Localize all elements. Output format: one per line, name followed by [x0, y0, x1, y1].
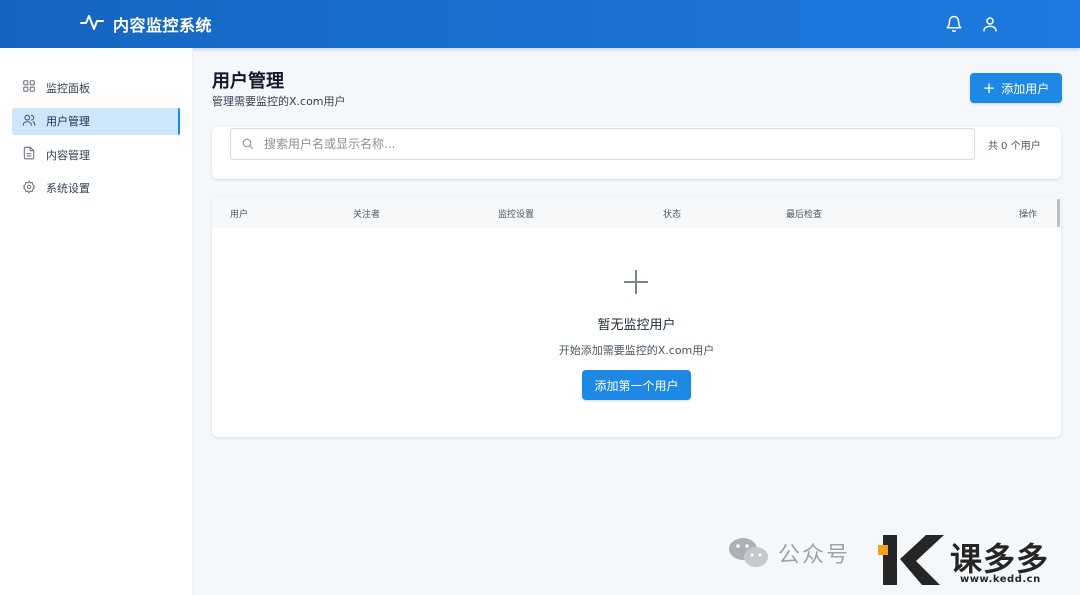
- empty-state-title: 暂无监控用户: [597, 318, 676, 333]
- search-icon: [241, 135, 254, 154]
- wechat-icon: [728, 536, 770, 574]
- activity-pulse-icon: [80, 12, 104, 36]
- brand-logo-icon: [878, 531, 948, 593]
- scrollbar-thumb[interactable]: [1057, 199, 1060, 227]
- user-count: 共 0 个用户: [988, 141, 1041, 152]
- search-box[interactable]: [230, 128, 975, 160]
- sidebar-item-label: 用户管理: [46, 115, 90, 128]
- column-header-status[interactable]: 状态: [663, 207, 681, 220]
- sidebar-item-settings[interactable]: 系统设置: [12, 175, 180, 202]
- watermark-url: www.kedd.cn: [960, 574, 1041, 585]
- gear-icon: [22, 179, 36, 197]
- sidebar-item-content[interactable]: 内容管理: [12, 141, 180, 168]
- column-header-last-check[interactable]: 最后检查: [786, 207, 822, 220]
- sidebar-item-users[interactable]: 用户管理: [12, 107, 180, 135]
- empty-state-description: 开始添加需要监控的X.com用户: [558, 344, 715, 357]
- add-first-user-button[interactable]: 添加第一个用户: [582, 370, 691, 400]
- bell-icon[interactable]: [944, 14, 964, 34]
- column-header-followers[interactable]: 关注者: [353, 207, 380, 220]
- sidebar-item-dashboard[interactable]: 监控面板: [12, 74, 180, 101]
- sidebar-item-label: 监控面板: [46, 81, 90, 95]
- plus-icon: +: [982, 78, 996, 97]
- brand[interactable]: 内容监控系统: [80, 0, 212, 48]
- search-input[interactable]: [264, 137, 974, 151]
- column-header-monitor-settings[interactable]: 监控设置: [498, 207, 534, 220]
- watermark: 公众号 课多多 www.kedd.cn: [728, 527, 1080, 593]
- empty-plus-icon: [623, 269, 649, 299]
- page-title: 用户管理: [212, 71, 284, 92]
- page-subtitle: 管理需要监控的X.com用户: [212, 95, 346, 108]
- sidebar-item-label: 系统设置: [46, 182, 90, 195]
- watermark-text: 公众号: [778, 543, 851, 568]
- add-user-button[interactable]: + 添加用户: [970, 73, 1062, 103]
- top-header: 内容监控系统: [0, 0, 1080, 48]
- grid-icon: [22, 79, 36, 96]
- table-header: 用户 关注者 监控设置 状态 最后检查 操作: [212, 197, 1061, 228]
- document-icon: [22, 146, 36, 163]
- sidebar: 监控面板 用户管理 内容管理 系统设置: [0, 48, 193, 595]
- column-header-actions[interactable]: 操作: [1019, 207, 1037, 220]
- app-title: 内容监控系统: [113, 16, 213, 35]
- sidebar-item-label: 内容管理: [46, 148, 90, 162]
- search-card: 共 0 个用户: [212, 127, 1061, 179]
- user-icon[interactable]: [980, 14, 1000, 34]
- users-icon: [22, 113, 36, 130]
- add-user-label: 添加用户: [1001, 81, 1050, 96]
- users-table: 用户 关注者 监控设置 状态 最后检查 操作 暂无监控用户 开始添加需要监控的X…: [212, 197, 1061, 437]
- column-header-user[interactable]: 用户: [230, 207, 248, 220]
